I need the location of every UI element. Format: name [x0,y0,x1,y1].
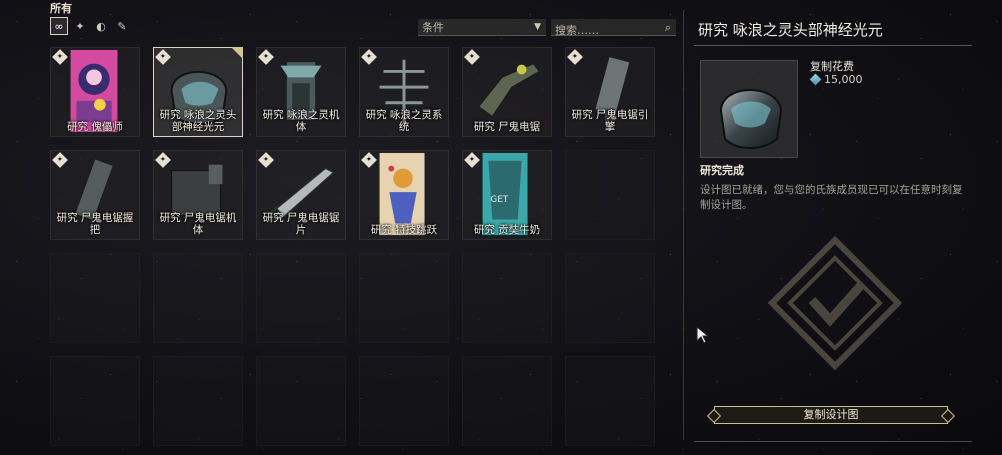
swirl-glyph: ◐ [96,19,106,33]
detail-panel: 研究 咏浪之灵头部神经光元 复制花费 15,000 研究完成 设计图已就绪，您与… [690,0,1002,455]
research-item-label: 研究 贡奘牛奶 [473,224,541,236]
bottom-divider [694,441,972,442]
research-item-4[interactable]: ✦ 研究 尸鬼电锯 [462,47,552,137]
dropdown-arrow-icon: ▼ [534,22,541,32]
helmet-icon [719,89,783,149]
copy-cost: 15,000 [809,73,863,86]
condition-label: 条件 [422,21,444,34]
feather-icon[interactable]: ✎ [113,17,131,35]
research-item-label: 研究 尸鬼电锯锯片 [262,212,340,236]
copy-cost-value: 15,000 [824,73,863,86]
research-list-panel: 所有 ∞ ✦ ◐ ✎ 条件 ▼ ⌕ ✦研究 傀儡师✦研究 咏浪之灵头部神经光元✦… [0,0,680,455]
empty-slot [359,356,449,446]
clan-emblem-icon [767,235,903,371]
research-item-label: 研究 咏浪之灵机体 [262,109,340,133]
empty-slot [153,356,243,446]
research-item-2[interactable]: ✦ 研究 咏浪之灵机体 [256,47,346,137]
research-item-6[interactable]: ✦ 研究 尸鬼电锯握把 [50,150,140,240]
empty-slot [462,253,552,343]
empty-slot [256,356,346,446]
research-item-9[interactable]: ✦ 研究 特技跳跃 [359,150,449,240]
research-item-label: 研究 尸鬼电锯握把 [56,212,134,236]
empty-slot [565,356,655,446]
status-description: 设计图已就绪，您与您的氏族成员现已可以在任意时刻复制设计图。 [700,184,963,211]
copy-blueprint-button[interactable]: 复制设计图 [714,406,948,424]
infinity-glyph: ∞ [54,19,64,33]
research-item-10[interactable]: GET ✦ 研究 贡奘牛奶 [462,150,552,240]
infinity-icon[interactable]: ∞ [50,17,68,35]
research-item-label: 研究 尸鬼电锯引擎 [571,109,649,133]
search-box[interactable]: ⌕ [551,19,676,39]
empty-slot [462,356,552,446]
research-item-7[interactable]: ✦ 研究 尸鬼电锯机体 [153,150,243,240]
research-item-label: 研究 尸鬼电锯 [473,121,541,133]
research-item-label: 研究 咏浪之灵头部神经光元 [159,109,237,133]
detail-title: 研究 咏浪之灵头部神经光元 [698,21,883,39]
svg-text:GET: GET [490,195,508,205]
search-input[interactable] [551,22,676,39]
status-title: 研究完成 [700,164,744,177]
empty-slot [50,356,140,446]
copy-cost-label: 复制花费 [810,60,854,73]
research-item-label: 研究 咏浪之灵系统 [365,109,443,133]
frame-glyph: ✦ [75,19,85,33]
research-item-1[interactable]: ✦ 研究 咏浪之灵头部神经光元 [153,47,243,137]
mouse-cursor-icon [696,326,710,344]
item-preview [700,60,798,158]
category-title: 所有 [50,2,72,15]
platinum-icon [809,73,822,86]
research-item-label: 研究 特技跳跃 [370,224,438,236]
panel-divider [683,10,684,440]
research-item-label: 研究 傀儡师 [67,121,123,133]
empty-slot [565,253,655,343]
empty-slot [50,253,140,343]
research-item-label: 研究 尸鬼电锯机体 [159,212,237,236]
empty-slot [256,253,346,343]
research-item-3[interactable]: ✦ 研究 咏浪之灵系统 [359,47,449,137]
empty-slot [153,253,243,343]
condition-dropdown[interactable]: 条件 ▼ [418,19,546,36]
title-divider [694,45,972,46]
search-icon[interactable]: ⌕ [665,21,671,35]
research-item-8[interactable]: ✦ 研究 尸鬼电锯锯片 [256,150,346,240]
swirl-icon[interactable]: ◐ [92,17,110,35]
empty-slot [359,253,449,343]
filter-icon-bar: ∞ ✦ ◐ ✎ [50,17,131,35]
research-item-0[interactable]: ✦ 研究 傀儡师 [50,47,140,137]
frame-icon[interactable]: ✦ [71,17,89,35]
feather-glyph: ✎ [117,19,127,33]
research-item-5[interactable]: ✦ 研究 尸鬼电锯引擎 [565,47,655,137]
empty-slot [565,150,655,240]
